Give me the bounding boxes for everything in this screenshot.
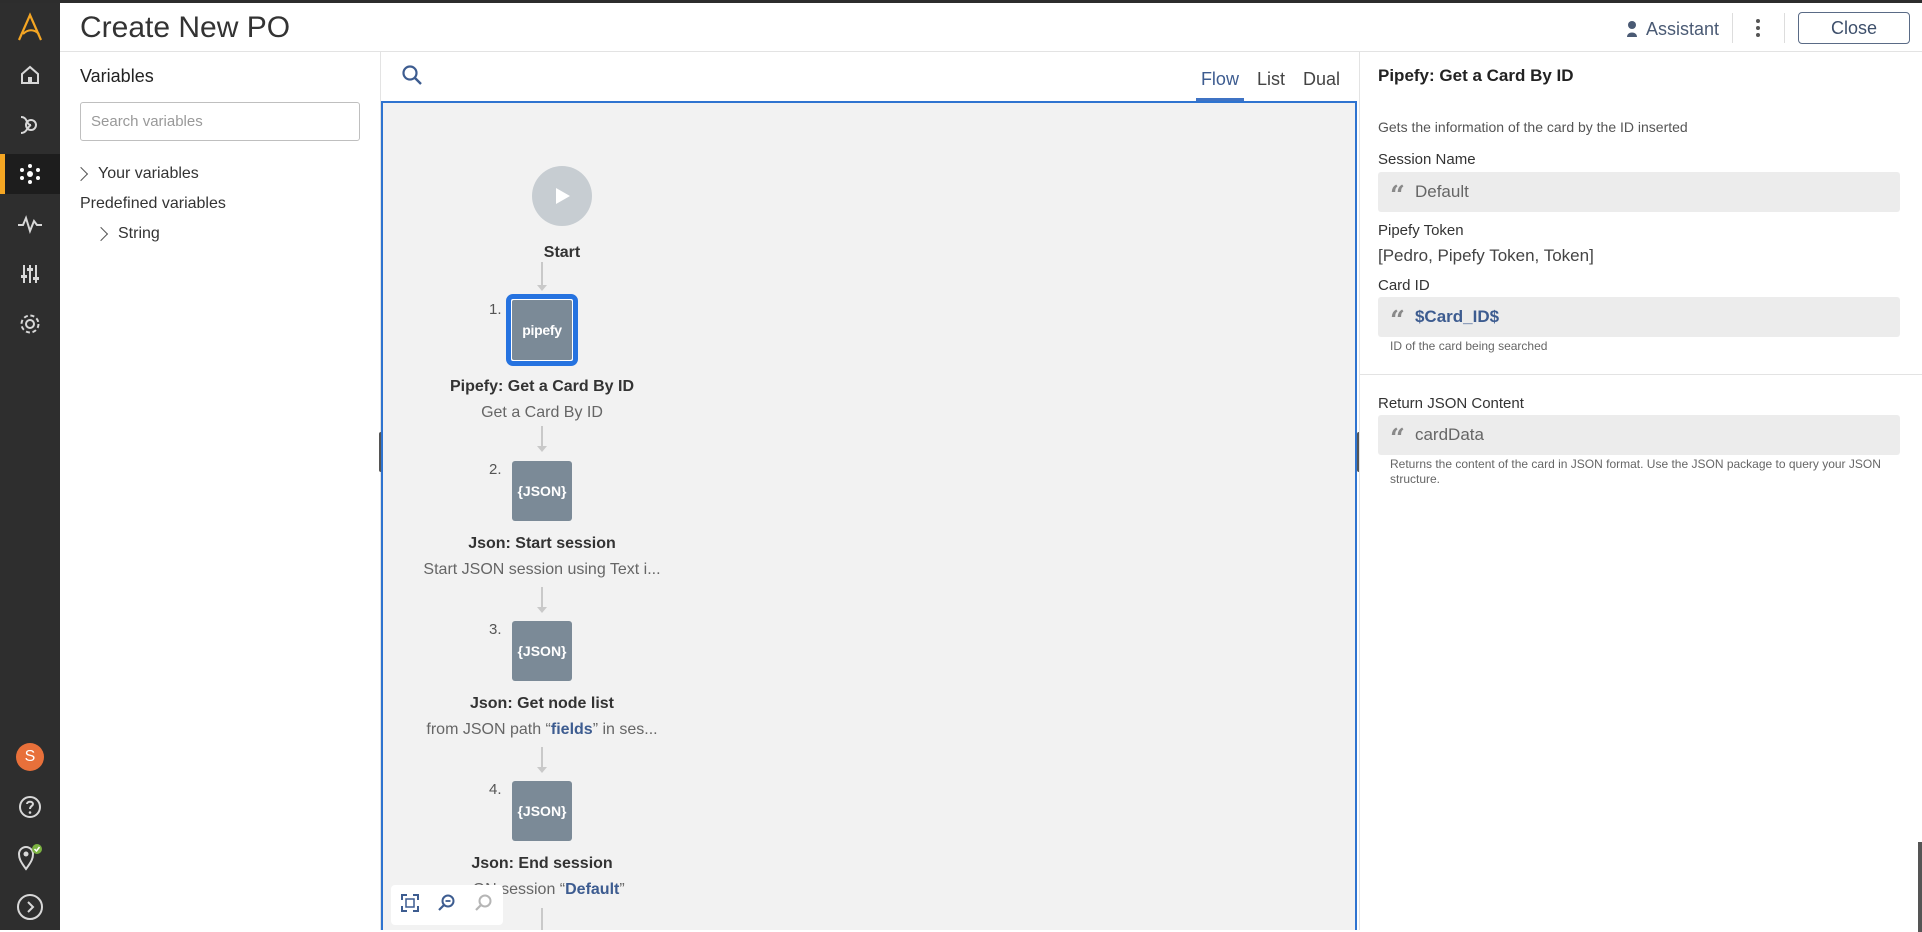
tree-item-label: String [118,225,160,242]
subtitle-text: from JSON path “ [426,721,551,738]
assistant-button[interactable]: Assistant [1626,16,1719,42]
close-button[interactable]: Close [1798,12,1910,44]
step-subtitle: Start JSON session using Text i... [423,561,661,578]
settings-icon[interactable] [0,304,60,344]
assistant-label: Assistant [1646,18,1720,39]
step-title: Pipefy: Get a Card By ID [449,378,635,395]
fit-screen-icon[interactable] [400,893,419,917]
properties-description: Gets the information of the card by the … [1378,119,1688,135]
quote-icon: “ [1390,306,1405,336]
chevron-right-icon [73,166,89,182]
flow-icon[interactable] [0,154,60,194]
variables-panel: Variables Your variables Predefined vari… [60,52,381,930]
card-id-help: ID of the card being searched [1390,339,1548,353]
step-icon[interactable]: pipefy [506,294,578,366]
step-title: Json: Start session [468,535,616,552]
subtitle-text: ” in ses... [592,721,658,738]
canvas-toolbar: Flow List Dual [381,52,1359,101]
return-json-value: cardData [1414,425,1484,444]
page-title: Create New PO [80,11,291,44]
pipefy-icon: pipefy [512,300,572,360]
step-subtitle: from JSON path “fields” in ses... [426,721,657,739]
step-title: Json: End session [471,855,613,872]
scrollbar[interactable] [1918,842,1922,932]
return-json-help: Returns the content of the card in JSON … [1390,457,1881,486]
session-name-label: Session Name [1378,151,1476,168]
home-icon[interactable] [0,55,60,95]
connector [541,426,543,448]
header-divider [1784,13,1785,43]
session-name-field[interactable]: “ Default [1378,172,1900,212]
header-divider [1732,13,1733,43]
subtitle-variable: Default [565,881,620,898]
card-id-label: Card ID [1378,277,1430,294]
nav-rail: S [0,3,60,930]
zoom-out-icon[interactable] [438,894,456,917]
pipefy-token-value[interactable]: [Pedro, Pipefy Token, Token] [1378,246,1594,266]
flow-canvas[interactable]: Start 1. pipefy Pipefy: Get a Card By ID… [381,101,1357,930]
tree-item-label: Predefined variables [80,195,226,212]
return-json-label: Return JSON Content [1378,395,1524,412]
view-tabs: Flow List Dual [1195,69,1345,101]
assistant-icon [1627,21,1637,37]
location-icon[interactable] [0,837,60,877]
connector-arrow [537,446,547,452]
properties-panel: Pipefy: Get a Card By ID Gets the inform… [1359,52,1922,932]
tree-item-your-variables[interactable]: Your variables [73,165,199,183]
tab-list[interactable]: List [1252,69,1290,101]
pipefy-token-label: Pipefy Token [1378,222,1464,239]
properties-title: Pipefy: Get a Card By ID [1378,66,1574,85]
header: Create New PO Assistant Close [60,3,1922,52]
sliders-icon[interactable] [0,254,60,294]
divider [1360,374,1922,375]
connector [541,262,543,287]
session-name-value: Default [1414,182,1469,201]
tab-flow[interactable]: Flow [1195,69,1244,101]
quote-icon: “ [1390,181,1405,211]
step-title: Json: Get node list [469,695,614,712]
tab-dual[interactable]: Dual [1298,69,1345,101]
step-node[interactable]: {JSON} Json: Get node list from JSON pat… [392,621,692,739]
connector [541,747,543,769]
card-id-field[interactable]: “ $Card_ID$ [1378,297,1900,337]
tree-item-string[interactable]: String [93,225,160,243]
json-icon[interactable]: {JSON} [512,621,572,681]
step-subtitle: Get a Card By ID [481,404,603,421]
tree-item-label: Your variables [98,165,199,182]
start-node[interactable]: Start [412,166,712,262]
monitor-icon[interactable] [0,204,60,244]
more-options-icon[interactable] [1746,13,1770,43]
zoom-in-icon[interactable] [475,894,493,917]
return-json-field[interactable]: “ cardData [1378,415,1900,455]
connector-arrow [537,767,547,773]
bots-icon[interactable] [0,105,60,145]
play-icon[interactable] [532,166,592,226]
search-variables-input[interactable] [80,102,360,141]
subtitle-variable: fields [550,721,593,738]
connector-arrow [537,607,547,613]
start-label: Start [543,244,581,261]
tree-item-predefined: Predefined variables [80,195,226,213]
quote-icon: “ [1390,424,1405,454]
connector [541,908,543,930]
connector [541,587,543,609]
search-icon[interactable] [401,64,423,91]
zoom-toolbar [391,885,503,925]
step-node[interactable]: {JSON} Json: Start session Start JSON se… [392,461,692,579]
expand-icon[interactable] [0,887,60,927]
variables-heading: Variables [80,66,154,86]
json-icon[interactable]: {JSON} [512,461,572,521]
json-icon[interactable]: {JSON} [512,781,572,841]
step-node[interactable]: pipefy Pipefy: Get a Card By ID Get a Ca… [392,294,692,422]
subtitle-text: ” [619,881,625,898]
card-id-value: $Card_ID$ [1414,307,1500,326]
step-node[interactable]: {JSON} Json: End session ...ON session “… [392,781,692,899]
chevron-right-icon [93,226,109,242]
connector-arrow [537,285,547,291]
help-icon[interactable] [0,787,60,827]
logo-icon[interactable] [0,7,60,47]
avatar[interactable]: S [0,737,60,777]
